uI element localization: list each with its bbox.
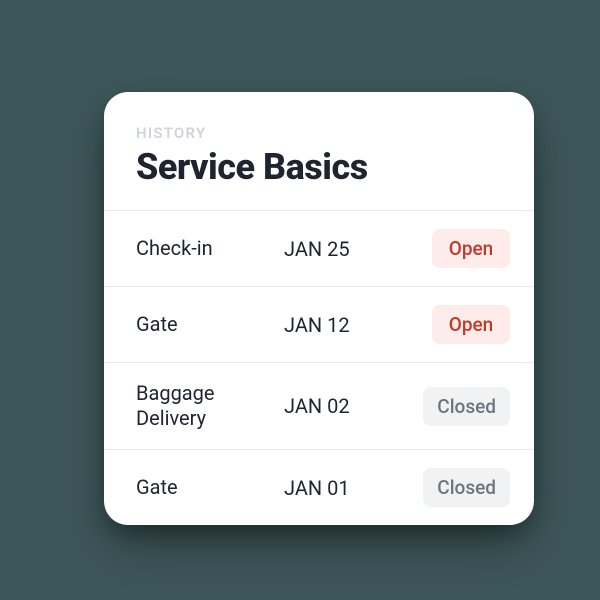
page-title: Service Basics <box>136 146 502 188</box>
card-header: HISTORY Service Basics <box>104 92 534 210</box>
list-item[interactable]: Gate JAN 12 Open <box>104 287 534 363</box>
service-name: Gate <box>136 475 276 500</box>
service-date: JAN 12 <box>284 313 424 337</box>
service-date: JAN 25 <box>284 237 424 261</box>
eyebrow-label: HISTORY <box>136 124 502 142</box>
history-list: Check-in JAN 25 Open Gate JAN 12 Open Ba… <box>104 210 534 525</box>
service-name: Baggage Delivery <box>136 381 276 431</box>
service-date: JAN 02 <box>284 394 415 418</box>
list-item[interactable]: Baggage Delivery JAN 02 Closed <box>104 363 534 450</box>
service-date: JAN 01 <box>284 476 415 500</box>
status-badge[interactable]: Closed <box>423 468 510 507</box>
status-badge[interactable]: Open <box>432 305 510 344</box>
service-name: Gate <box>136 312 276 337</box>
status-badge[interactable]: Closed <box>423 387 510 426</box>
list-item[interactable]: Check-in JAN 25 Open <box>104 211 534 287</box>
list-item[interactable]: Gate JAN 01 Closed <box>104 450 534 525</box>
status-badge[interactable]: Open <box>432 229 510 268</box>
service-name: Check-in <box>136 236 276 261</box>
history-card: HISTORY Service Basics Check-in JAN 25 O… <box>104 92 534 525</box>
